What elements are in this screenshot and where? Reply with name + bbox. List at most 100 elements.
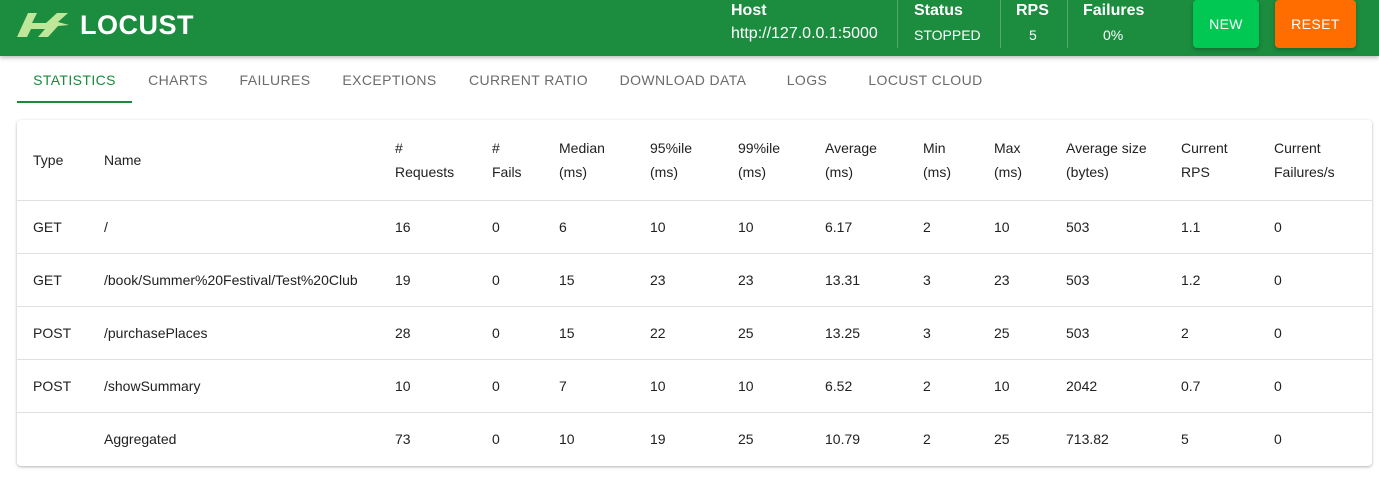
cell-avg-size: 2042 (1066, 378, 1098, 394)
cell-current-failures: 0 (1274, 378, 1282, 394)
host-value: http://127.0.0.1:5000 (731, 25, 878, 42)
table-row: POST/showSummary 10 0 7 10 10 6.52 2 10 2042 0.7 0 (17, 360, 1372, 413)
cell-p99: 25 (738, 431, 754, 447)
tab-locust-cloud[interactable]: LOCUST CLOUD (852, 56, 999, 104)
column-header-text: 95%ile (650, 140, 693, 156)
column-header-median: Median (ms) (559, 136, 605, 184)
status-value: STOPPED (914, 27, 981, 43)
column-header-max: Max (ms) (994, 136, 1022, 184)
rps-label: RPS (1016, 2, 1049, 19)
column-header-p95: 95%ile (ms) (650, 136, 692, 184)
column-header-text: Median (559, 140, 605, 156)
cell-name: / (104, 219, 108, 235)
cell-current-failures: 0 (1274, 431, 1282, 447)
cell-current-failures: 0 (1274, 325, 1282, 341)
cell-fails: 0 (492, 325, 500, 341)
statistics-table: Type Name # Requests # Fails Median (ms) 95%ile (… (17, 120, 1372, 466)
failures-value: 0% (1103, 27, 1124, 43)
column-header-text: # (395, 140, 403, 156)
tab-failures[interactable]: FAILURES (224, 56, 326, 104)
cell-requests: 10 (395, 378, 411, 394)
cell-type: POST (33, 378, 72, 394)
cell-avg-size: 503 (1066, 272, 1090, 288)
column-header-text: Min (923, 140, 946, 156)
cell-min: 2 (923, 431, 931, 447)
logo-text: LOCUST (80, 10, 194, 40)
column-header-text: Current (1181, 140, 1228, 156)
column-header-fails: # Fails (492, 136, 522, 184)
table-header: Type Name # Requests # Fails Median (ms) 95%ile (… (17, 120, 1372, 201)
column-header-p99: 99%ile (ms) (738, 136, 780, 184)
cell-max: 25 (994, 325, 1010, 341)
cell-requests: 28 (395, 325, 411, 341)
cell-median: 6 (559, 219, 567, 235)
reset-stats-button[interactable]: RESET (1275, 0, 1356, 48)
cell-median: 15 (559, 272, 575, 288)
column-header-text: Fails (492, 164, 522, 180)
cell-avg-size: 713.82 (1066, 431, 1109, 447)
cell-average: 6.17 (825, 219, 853, 235)
host-label: Host (731, 2, 767, 19)
cell-average: 13.31 (825, 272, 861, 288)
column-header-text: (ms) (738, 164, 766, 180)
cell-median: 10 (559, 431, 575, 447)
divider (1067, 0, 1068, 48)
column-header-text: 99%ile (738, 140, 781, 156)
cell-type: POST (33, 325, 72, 341)
cell-p95: 22 (650, 325, 666, 341)
column-header-text: Current (1274, 140, 1321, 156)
tab-logs[interactable]: LOGS (762, 56, 852, 104)
column-header-text: Max (994, 140, 1021, 156)
column-header-text: (ms) (994, 164, 1022, 180)
cell-current-rps: 5 (1181, 431, 1189, 447)
failures-stat: Failures 0% (1083, 0, 1153, 50)
column-header-min: Min (ms) (923, 136, 951, 184)
cell-average: 10.79 (825, 431, 861, 447)
column-header-text: (bytes) (1066, 164, 1109, 180)
host-stat: Host http://127.0.0.1:5000 (731, 0, 901, 50)
cell-requests: 16 (395, 219, 411, 235)
divider (897, 0, 898, 48)
column-header-text: # (492, 140, 500, 156)
new-test-button[interactable]: NEW (1193, 0, 1259, 48)
active-tab-indicator (17, 101, 132, 103)
failures-label: Failures (1083, 2, 1145, 19)
cell-p95: 19 (650, 431, 666, 447)
locust-logo-icon (17, 13, 69, 37)
column-header-text: Type (33, 152, 64, 168)
cell-p95: 10 (650, 219, 666, 235)
tab-charts[interactable]: CHARTS (132, 56, 224, 104)
cell-min: 3 (923, 272, 931, 288)
cell-median: 7 (559, 378, 567, 394)
cell-p95: 10 (650, 378, 666, 394)
cell-p99: 25 (738, 325, 754, 341)
column-header-text: Requests (395, 164, 455, 180)
cell-current-failures: 0 (1274, 272, 1282, 288)
cell-requests: 73 (395, 431, 411, 447)
column-header-text: (ms) (559, 164, 587, 180)
cell-name: /purchasePlaces (104, 325, 208, 341)
column-header-text: (ms) (650, 164, 678, 180)
column-header-name: Name (104, 148, 141, 172)
cell-current-rps: 2 (1181, 325, 1189, 341)
cell-min: 2 (923, 378, 931, 394)
cell-median: 15 (559, 325, 575, 341)
tab-statistics[interactable]: STATISTICS (17, 56, 132, 104)
column-header-text: Average (825, 140, 877, 156)
column-header-text: RPS (1181, 164, 1210, 180)
tab-current-ratio[interactable]: CURRENT RATIO (453, 56, 604, 104)
tab-download-data[interactable]: DOWNLOAD DATA (604, 56, 762, 104)
table-row: GET / 16 0 6 10 10 6.17 2 10 503 1.1 0 (17, 201, 1372, 254)
cell-requests: 19 (395, 272, 411, 288)
cell-min: 3 (923, 325, 931, 341)
rps-stat: RPS 5 (1016, 0, 1052, 50)
cell-average: 6.52 (825, 378, 853, 394)
tab-exceptions[interactable]: EXCEPTIONS (326, 56, 453, 104)
status-label: Status (914, 2, 963, 19)
cell-p99: 10 (738, 219, 754, 235)
column-header-type: Type (33, 148, 63, 172)
cell-max: 23 (994, 272, 1010, 288)
cell-type: GET (33, 219, 62, 235)
locust-logo: LOCUST (16, 10, 194, 40)
cell-fails: 0 (492, 431, 500, 447)
